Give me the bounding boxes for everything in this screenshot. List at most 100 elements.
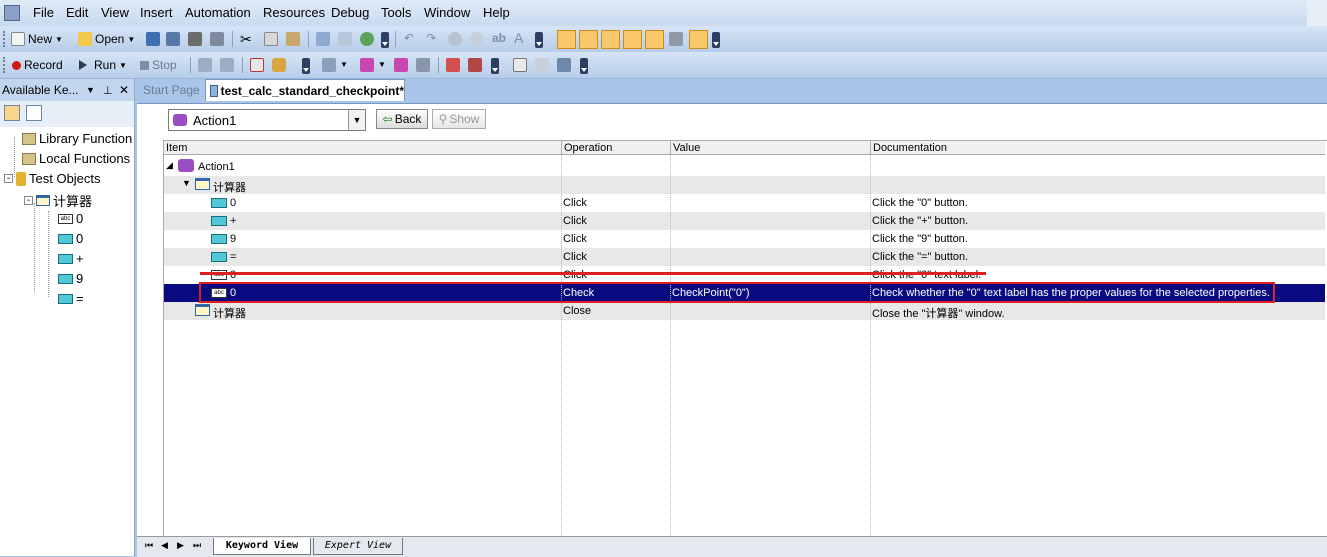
replace-icon[interactable]: ab xyxy=(492,31,506,45)
tree-view-icon[interactable] xyxy=(26,105,42,121)
font-icon[interactable]: A xyxy=(514,30,523,46)
end-transaction-icon[interactable] xyxy=(468,58,482,72)
open-button[interactable]: Open ▼ xyxy=(78,30,135,48)
comment-icon[interactable] xyxy=(513,58,527,72)
menu-tools[interactable]: Tools xyxy=(381,5,411,20)
indent-icon[interactable] xyxy=(535,58,549,72)
action-select[interactable]: Action1 ▼ xyxy=(168,109,366,131)
breakpoint-icon[interactable] xyxy=(250,58,264,72)
toolbar-overflow[interactable] xyxy=(491,58,499,74)
debug-icon[interactable] xyxy=(272,58,286,72)
find-icon[interactable] xyxy=(448,32,462,46)
toolbar-overflow[interactable] xyxy=(381,32,389,48)
save-icon[interactable] xyxy=(146,32,160,46)
toolbar-grip[interactable] xyxy=(3,57,8,73)
outdent-icon[interactable] xyxy=(557,58,571,72)
show-button[interactable]: ⚲ Show xyxy=(432,109,486,129)
collapse-arrow-icon[interactable]: ◢ xyxy=(166,160,173,171)
step-generator-icon[interactable] xyxy=(394,58,408,72)
tree-item-button-0[interactable]: 0 xyxy=(58,231,83,246)
menu-view[interactable]: View xyxy=(101,5,129,20)
step-into-icon[interactable] xyxy=(198,58,212,72)
tab-start-page[interactable]: Start Page xyxy=(143,79,200,101)
save-all-icon[interactable] xyxy=(166,32,180,46)
table-row[interactable]: ▼ 计算器 xyxy=(164,176,1325,194)
find-next-icon[interactable] xyxy=(470,32,484,46)
properties-icon[interactable] xyxy=(338,32,352,46)
column-header-documentation[interactable]: Documentation xyxy=(870,141,1325,155)
collapse-icon[interactable]: - xyxy=(24,196,33,206)
function-definition-icon[interactable] xyxy=(601,30,620,49)
tab-test-calc-standard-checkpoint[interactable]: test_calc_standard_checkpoint* xyxy=(205,79,405,101)
cut-icon[interactable]: ✂ xyxy=(240,31,252,48)
dropdown-arrow-icon[interactable]: ▼ xyxy=(340,60,348,69)
step-over-icon[interactable] xyxy=(220,58,234,72)
stop-button[interactable]: Stop xyxy=(140,56,177,74)
next-tab-icon[interactable]: ▶ xyxy=(177,540,184,551)
close-icon[interactable]: ✕ xyxy=(119,83,129,97)
information-icon[interactable] xyxy=(645,30,664,49)
tree-item-test-objects[interactable]: - Test Objects xyxy=(4,171,101,186)
first-tab-icon[interactable]: ⏮ xyxy=(145,540,153,551)
insert-output-icon[interactable] xyxy=(360,58,374,72)
column-header-item[interactable]: Item xyxy=(164,141,561,155)
toolbar-overflow[interactable] xyxy=(580,58,588,74)
print-icon[interactable] xyxy=(188,32,202,46)
data-table-icon[interactable] xyxy=(623,30,642,49)
undo-icon[interactable]: ↶ xyxy=(404,31,414,45)
tree-item-label-0[interactable]: abc 0 xyxy=(58,211,83,226)
prev-tab-icon[interactable]: ◀ xyxy=(161,540,168,551)
menu-help[interactable]: Help xyxy=(483,5,510,20)
start-transaction-icon[interactable] xyxy=(446,58,460,72)
last-tab-icon[interactable]: ⏭ xyxy=(193,540,201,551)
copy-icon[interactable] xyxy=(264,32,278,46)
column-header-operation[interactable]: Operation xyxy=(561,141,670,155)
check-syntax-icon[interactable] xyxy=(360,32,374,46)
pane-menu-arrow-icon[interactable]: ▼ xyxy=(86,85,95,95)
tree-item-button-plus[interactable]: + xyxy=(58,251,84,266)
table-row[interactable]: 0 Click Click the "0" button. xyxy=(164,194,1325,212)
tab-expert-view[interactable]: Expert View xyxy=(313,538,403,555)
print-preview-icon[interactable] xyxy=(210,32,224,46)
object-identification-icon[interactable] xyxy=(579,30,598,49)
column-header-value[interactable]: Value xyxy=(670,141,870,155)
menu-automation[interactable]: Automation xyxy=(185,5,251,20)
table-row[interactable]: 计算器 Close Close the "计算器" window. xyxy=(164,302,1325,320)
active-screen-icon[interactable] xyxy=(689,30,708,49)
insert-transaction-icon[interactable] xyxy=(416,58,430,72)
paste-icon[interactable] xyxy=(286,32,300,46)
dropdown-arrow-icon[interactable]: ▼ xyxy=(378,60,386,69)
menu-debug[interactable]: Debug xyxy=(331,5,369,20)
insert-checkpoint-icon[interactable] xyxy=(322,58,336,72)
tab-keyword-view[interactable]: Keyword View xyxy=(213,538,311,555)
menu-insert[interactable]: Insert xyxy=(140,5,173,20)
redo-icon[interactable]: ↷ xyxy=(426,31,436,45)
pin-icon[interactable]: ⊥ xyxy=(103,84,113,97)
tree-item-button-9[interactable]: 9 xyxy=(58,271,83,286)
back-button[interactable]: ⇦ Back xyxy=(376,109,428,129)
table-row[interactable]: ◢ Action1 xyxy=(164,158,1325,176)
chevron-down-icon[interactable]: ▼ xyxy=(348,110,365,130)
table-row[interactable]: = Click Click the "=" button. xyxy=(164,248,1325,266)
tools-icon[interactable] xyxy=(669,32,683,46)
menu-window[interactable]: Window xyxy=(424,5,470,20)
collapse-icon[interactable]: - xyxy=(4,174,13,184)
toolbar-grip[interactable] xyxy=(3,31,8,47)
menu-edit[interactable]: Edit xyxy=(66,5,88,20)
table-row[interactable]: + Click Click the "+" button. xyxy=(164,212,1325,230)
record-button[interactable]: Record xyxy=(12,56,63,74)
new-button[interactable]: New ▼ xyxy=(11,30,63,48)
tree-item-library-functions[interactable]: Library Function xyxy=(22,131,132,146)
menu-resources[interactable]: Resources xyxy=(263,5,325,20)
sort-view-icon[interactable] xyxy=(4,105,20,121)
run-button[interactable]: Run ▼ xyxy=(79,56,127,74)
tree-item-local-functions[interactable]: Local Functions xyxy=(22,151,130,166)
edit-icon[interactable] xyxy=(316,32,330,46)
menu-file[interactable]: File xyxy=(33,5,54,20)
tree-item-button-equals[interactable]: = xyxy=(58,291,84,306)
toolbar-overflow[interactable] xyxy=(535,32,543,48)
object-repository-icon[interactable] xyxy=(557,30,576,49)
table-row[interactable]: 9 Click Click the "9" button. xyxy=(164,230,1325,248)
toolbar-overflow[interactable] xyxy=(302,58,310,74)
toolbar-overflow[interactable] xyxy=(712,32,720,48)
